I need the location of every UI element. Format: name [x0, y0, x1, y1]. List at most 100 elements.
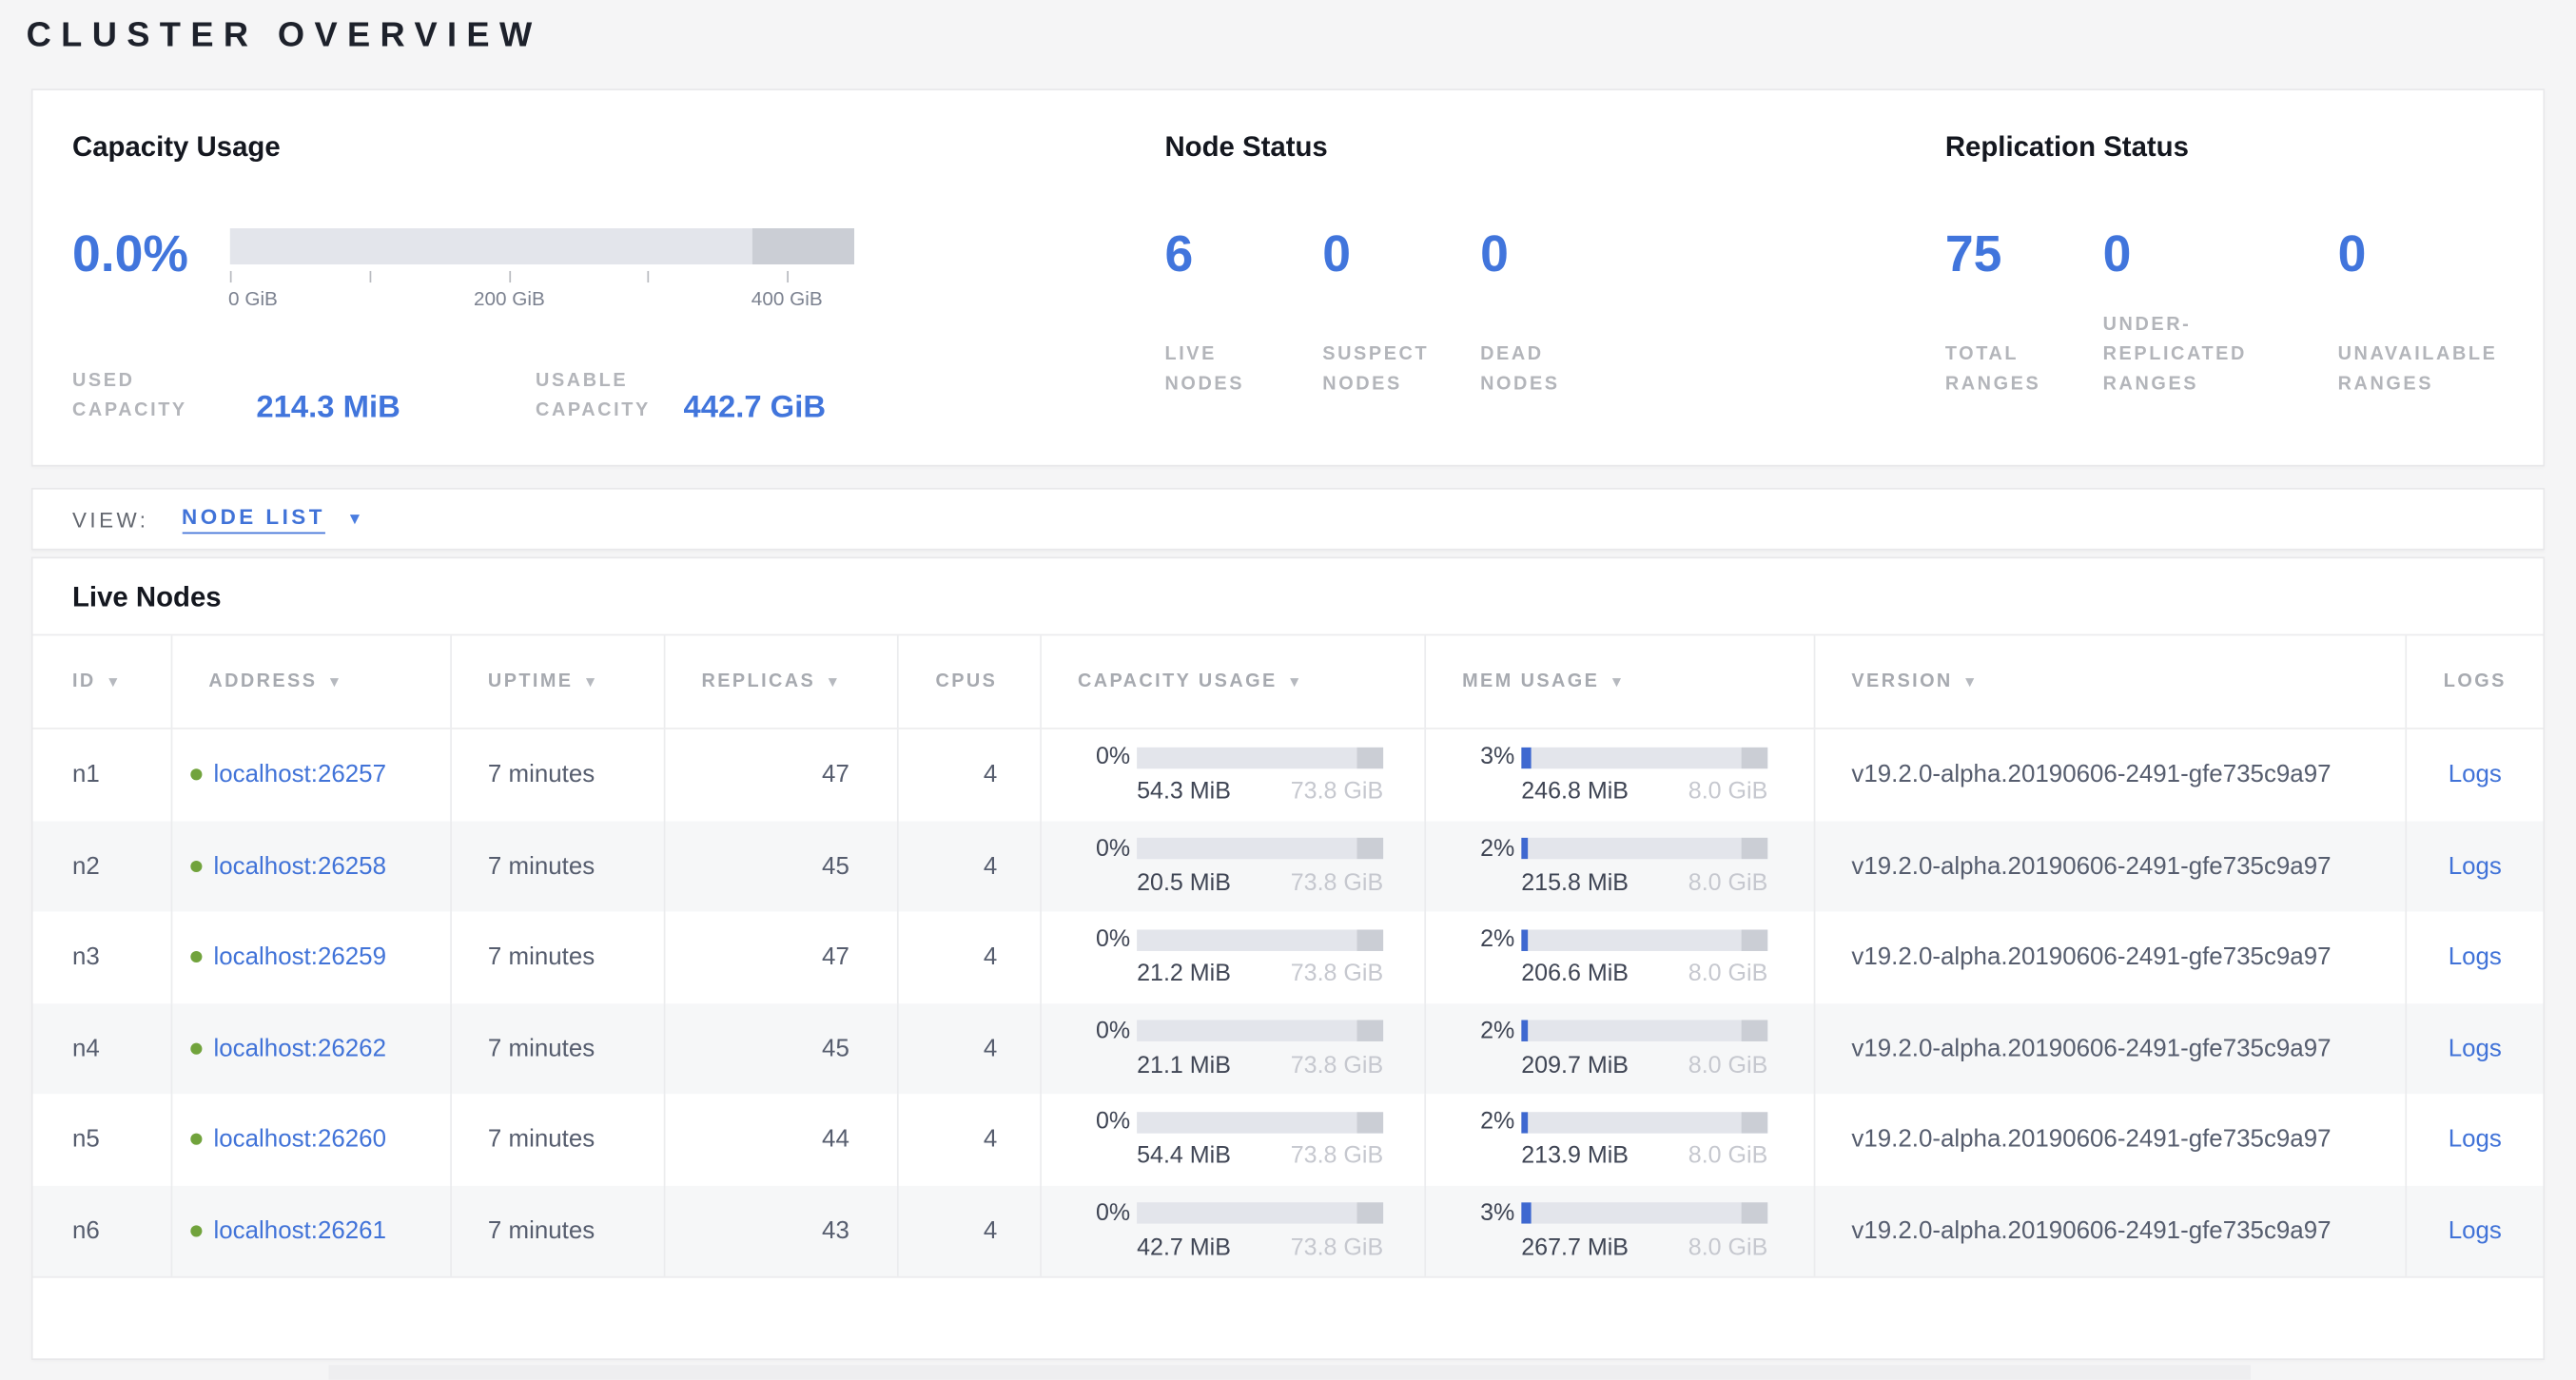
capacity-bar-track [230, 228, 854, 264]
node-id: n1 [33, 729, 171, 821]
node-replicas: 43 [664, 1185, 897, 1276]
under-replicated-ranges-stat: 0 UNDER- REPLICATED RANGES [2103, 228, 2338, 399]
axis-tick-label: 400 GiB [751, 287, 823, 310]
node-status-heading: Node Status [1164, 129, 1661, 165]
table-row: n5 localhost:26260 7 minutes 44 4 0% 54.… [33, 1094, 2544, 1185]
node-version: v19.2.0-alpha.20190606-2491-gfe735c9a97 [1814, 1094, 2406, 1185]
chevron-down-icon: ▼ [346, 510, 362, 528]
node-mem-usage: 2% 206.6 MiB8.0 GiB [1424, 912, 1813, 1003]
logs-link[interactable]: Logs [2449, 943, 2502, 971]
sort-caret-icon: ▼ [1610, 673, 1627, 690]
capacity-usage-bar [1137, 747, 1383, 768]
table-row: n1 localhost:26257 7 minutes 47 4 0% 54.… [33, 729, 2544, 821]
table-row: n6 localhost:26261 7 minutes 43 4 0% 42.… [33, 1185, 2544, 1278]
node-mem-usage: 3% 246.8 MiB8.0 GiB [1424, 729, 1813, 821]
node-capacity-usage: 0% 21.2 MiB73.8 GiB [1040, 912, 1424, 1003]
unavailable-ranges-stat: 0 UNAVAILABLE RANGES [2338, 228, 2552, 399]
table-row: n3 localhost:26259 7 minutes 47 4 0% 21.… [33, 912, 2544, 1003]
capacity-axis: 0 GiB 200 GiB 400 GiB [230, 264, 854, 330]
node-cpus: 4 [897, 821, 1040, 912]
node-cpus: 4 [897, 1185, 1040, 1276]
node-uptime: 7 minutes [450, 821, 664, 912]
capacity-usage-bar [1137, 929, 1383, 950]
node-address-link[interactable]: localhost:26257 [214, 761, 387, 788]
node-capacity-usage: 0% 20.5 MiB73.8 GiB [1040, 821, 1424, 912]
capacity-used-percent: 0.0% [72, 228, 230, 330]
logs-link[interactable]: Logs [2449, 1216, 2502, 1244]
node-id: n6 [33, 1185, 171, 1276]
node-address-link[interactable]: localhost:26260 [214, 1125, 387, 1153]
node-live-status-icon [190, 951, 202, 962]
used-capacity-label: USED CAPACITY [72, 366, 256, 425]
node-id: n4 [33, 1002, 171, 1094]
sort-caret-icon: ▼ [1962, 673, 1980, 690]
node-address-link[interactable]: localhost:26258 [214, 852, 387, 880]
table-header-row: ID▼ ADDRESS▼ UPTIME▼ REPLICAS▼ CPUS CAPA… [33, 634, 2544, 729]
sort-caret-icon: ▼ [1287, 673, 1304, 690]
total-ranges-stat: 75 TOTAL RANGES [1945, 228, 2103, 399]
capacity-usage-bar [1137, 1020, 1383, 1041]
suspect-nodes-stat: 0 SUSPECT NODES [1322, 228, 1480, 399]
mem-usage-bar [1521, 747, 1767, 768]
column-header-replicas[interactable]: REPLICAS▼ [664, 635, 897, 728]
capacity-usage-section: Capacity Usage 0.0% 0 GiB 200 GiB [72, 129, 1058, 425]
table-row: n4 localhost:26262 7 minutes 45 4 0% 21.… [33, 1002, 2544, 1094]
view-label: VIEW: [72, 507, 148, 532]
node-replicas: 47 [664, 912, 897, 1003]
sort-caret-icon: ▼ [583, 673, 600, 690]
node-mem-usage: 2% 209.7 MiB8.0 GiB [1424, 1002, 1813, 1094]
dead-nodes-stat: 0 DEAD NODES [1480, 228, 1661, 399]
logs-link[interactable]: Logs [2449, 1035, 2502, 1062]
mem-usage-bar [1521, 1112, 1767, 1133]
view-selected-value: NODE LIST [182, 504, 325, 534]
node-live-status-icon [190, 1225, 202, 1236]
node-version: v19.2.0-alpha.20190606-2491-gfe735c9a97 [1814, 821, 2406, 912]
logs-link[interactable]: Logs [2449, 852, 2502, 880]
capacity-usage-bar [1137, 1203, 1383, 1224]
column-header-uptime[interactable]: UPTIME▼ [450, 635, 664, 728]
live-nodes-table: ID▼ ADDRESS▼ UPTIME▼ REPLICAS▼ CPUS CAPA… [33, 634, 2544, 1278]
summary-panel: Capacity Usage 0.0% 0 GiB 200 GiB [31, 88, 2545, 466]
column-header-version[interactable]: VERSION▼ [1814, 635, 2406, 728]
node-uptime: 7 minutes [450, 1094, 664, 1185]
node-uptime: 7 minutes [450, 1002, 664, 1094]
logs-link[interactable]: Logs [2449, 761, 2502, 788]
capacity-usage-bar [1137, 1112, 1383, 1133]
node-address-link[interactable]: localhost:26259 [214, 943, 387, 971]
view-selector-dropdown[interactable]: NODE LIST ▼ [182, 504, 362, 534]
table-row: n2 localhost:26258 7 minutes 45 4 0% 20.… [33, 821, 2544, 912]
usable-capacity-label: USABLE CAPACITY [536, 366, 683, 425]
sort-caret-icon: ▼ [106, 673, 123, 690]
node-version: v19.2.0-alpha.20190606-2491-gfe735c9a97 [1814, 729, 2406, 821]
logs-link[interactable]: Logs [2449, 1125, 2502, 1153]
node-mem-usage: 2% 215.8 MiB8.0 GiB [1424, 821, 1813, 912]
node-capacity-usage: 0% 42.7 MiB73.8 GiB [1040, 1185, 1424, 1276]
node-address-link[interactable]: localhost:26261 [214, 1216, 387, 1244]
mem-usage-bar [1521, 1203, 1767, 1224]
column-header-address[interactable]: ADDRESS▼ [171, 635, 451, 728]
mem-usage-bar [1521, 929, 1767, 950]
node-capacity-usage: 0% 54.3 MiB73.8 GiB [1040, 729, 1424, 821]
node-live-status-icon [190, 1042, 202, 1054]
node-version: v19.2.0-alpha.20190606-2491-gfe735c9a97 [1814, 1002, 2406, 1094]
column-header-cpus[interactable]: CPUS [897, 635, 1040, 728]
node-capacity-usage: 0% 21.1 MiB73.8 GiB [1040, 1002, 1424, 1094]
node-version: v19.2.0-alpha.20190606-2491-gfe735c9a97 [1814, 912, 2406, 1003]
capacity-usage-heading: Capacity Usage [72, 129, 1058, 165]
node-capacity-usage: 0% 54.4 MiB73.8 GiB [1040, 1094, 1424, 1185]
sort-caret-icon: ▼ [826, 673, 843, 690]
node-status-section: Node Status 6 LIVE NODES 0 SUSPECT NODES [1164, 129, 1661, 398]
column-header-id[interactable]: ID▼ [33, 635, 171, 728]
node-live-status-icon [190, 769, 202, 781]
node-replicas: 45 [664, 821, 897, 912]
node-cpus: 4 [897, 1094, 1040, 1185]
node-uptime: 7 minutes [450, 729, 664, 821]
node-address-link[interactable]: localhost:26262 [214, 1035, 387, 1062]
below-fold-shadow [328, 1365, 2251, 1380]
page-title: CLUSTER OVERVIEW [27, 16, 542, 55]
node-live-status-icon [190, 1134, 202, 1145]
mem-usage-bar [1521, 1020, 1767, 1041]
column-header-mem-usage[interactable]: MEM USAGE▼ [1424, 635, 1813, 728]
column-header-capacity-usage[interactable]: CAPACITY USAGE▼ [1040, 635, 1424, 728]
column-header-logs: LOGS [2405, 635, 2543, 728]
